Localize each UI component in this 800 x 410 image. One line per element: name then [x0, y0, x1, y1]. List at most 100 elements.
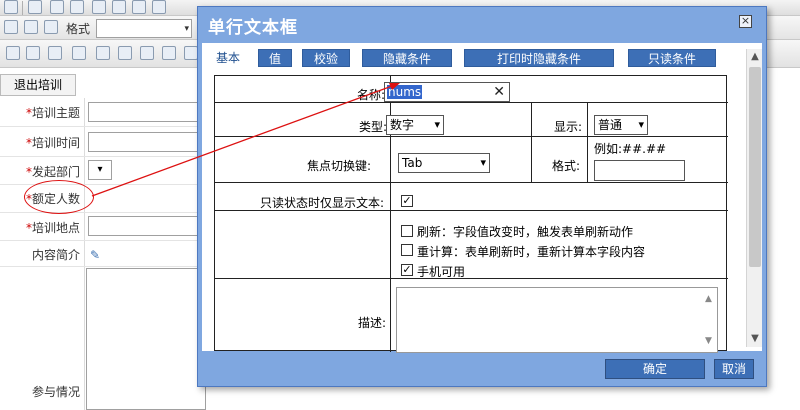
refresh-option-label: 刷新：字段值改变时，触发表单刷新动作: [417, 225, 634, 239]
chevron-down-icon: ▾: [480, 156, 486, 169]
field-label-department: *发起部门: [25, 165, 80, 179]
grid-line: [215, 136, 728, 137]
attachment-icon[interactable]: [162, 46, 176, 60]
document-icon[interactable]: [50, 0, 64, 14]
display-select[interactable]: 普通 ▾: [594, 115, 648, 135]
select-icon[interactable]: [118, 46, 132, 60]
recalculate-checkbox[interactable]: [401, 244, 413, 256]
dialog-title: 单行文本框: [208, 18, 298, 38]
type-select[interactable]: 数字 ▾: [386, 115, 444, 135]
chevron-down-icon: ▾: [638, 118, 644, 131]
refresh-checkbox[interactable]: [401, 225, 413, 237]
tab-readonly-condition[interactable]: 只读条件: [628, 49, 716, 67]
align-right-icon[interactable]: [44, 20, 58, 34]
annotation-circle: [24, 180, 94, 214]
description-label: 描述:: [358, 316, 387, 330]
field-label-location: *培训地点: [25, 221, 80, 235]
format-label: 格式:: [552, 159, 581, 173]
scroll-down-icon[interactable]: ▼: [705, 336, 712, 346]
row-divider: [0, 266, 200, 267]
chevron-down-icon: ▾: [97, 164, 103, 175]
location-input[interactable]: [88, 216, 208, 236]
dialog-body: 基本 值 校验 隐藏条件 打印时隐藏条件 只读条件 ▲ ▼ 名称: nums ✕: [202, 43, 762, 353]
name-input[interactable]: nums ✕: [384, 82, 510, 102]
copy-icon[interactable]: [112, 0, 126, 14]
align-center-icon[interactable]: [24, 20, 38, 34]
lock-icon[interactable]: [70, 0, 84, 14]
radio-icon[interactable]: [96, 46, 110, 60]
field-label-topic: *培训主题: [25, 106, 80, 120]
chevron-down-icon: ▾: [184, 24, 189, 34]
checkbox-icon[interactable]: [72, 46, 86, 60]
textbox-icon[interactable]: [48, 46, 62, 60]
grid-line: [531, 102, 532, 182]
field-label-participation: 参与情况: [31, 385, 80, 399]
format-label: 格式: [66, 22, 91, 36]
row-divider: [0, 184, 200, 185]
mobile-option-label: 手机可用: [417, 265, 466, 279]
tab-basic[interactable]: 基本: [208, 49, 248, 67]
grid-line: [215, 182, 728, 183]
row-divider: [0, 126, 200, 127]
field-label-time: *培训时间: [25, 136, 80, 150]
grid-icon[interactable]: [6, 46, 20, 60]
clear-icon[interactable]: ✕: [493, 84, 505, 100]
tab-hide-condition[interactable]: 隐藏条件: [362, 49, 452, 67]
focus-key-value: Tab: [402, 156, 423, 170]
edit-icon[interactable]: [4, 0, 18, 14]
display-value: 普通: [598, 118, 623, 132]
type-label: 类型:: [359, 120, 388, 134]
description-textarea[interactable]: ▲ ▼: [396, 287, 718, 353]
chevron-down-icon: ▾: [434, 118, 440, 131]
image-icon[interactable]: [140, 46, 154, 60]
search-icon[interactable]: [28, 0, 42, 14]
format-select[interactable]: ▾: [96, 19, 192, 38]
time-input[interactable]: [88, 132, 208, 152]
scroll-thumb[interactable]: [749, 67, 761, 267]
tab-validation[interactable]: 校验: [302, 49, 350, 67]
topic-input[interactable]: [88, 102, 208, 122]
button-icon[interactable]: [184, 46, 198, 60]
recalculate-option-label: 重计算：表单刷新时，重新计算本字段内容: [417, 245, 646, 259]
toolbar-separator: [22, 1, 23, 15]
row-divider: [0, 212, 200, 213]
tab-value[interactable]: 值: [258, 49, 292, 67]
department-select[interactable]: ▾: [88, 160, 112, 180]
focus-key-label: 焦点切换键:: [307, 159, 372, 173]
grid-line: [215, 278, 728, 279]
display-label: 显示:: [554, 120, 583, 134]
grid-line: [215, 102, 728, 103]
format-input[interactable]: [594, 160, 685, 181]
textarea-scrollbar[interactable]: ▲ ▼: [703, 288, 717, 352]
scroll-down-icon[interactable]: ▼: [747, 331, 763, 347]
cut-icon[interactable]: [92, 0, 106, 14]
table-icon[interactable]: [26, 46, 40, 60]
name-label: 名称:: [357, 88, 386, 102]
paste-icon[interactable]: [132, 0, 146, 14]
readonly-text-checkbox[interactable]: ✓: [401, 195, 413, 207]
form-divider: [84, 98, 85, 410]
cancel-button[interactable]: 取消: [714, 359, 754, 379]
exit-training-button[interactable]: 退出培训: [0, 74, 76, 96]
close-icon[interactable]: ×: [739, 15, 752, 28]
single-line-textbox-dialog: 单行文本框 × 基本 值 校验 隐藏条件 打印时隐藏条件 只读条件 ▲ ▼ 名称…: [197, 6, 767, 387]
mobile-available-checkbox[interactable]: ✓: [401, 264, 413, 276]
row-divider: [0, 156, 200, 157]
scroll-up-icon[interactable]: ▲: [747, 49, 763, 65]
summary-textarea[interactable]: [86, 268, 206, 410]
ok-button[interactable]: 确定: [605, 359, 705, 379]
scroll-up-icon[interactable]: ▲: [705, 294, 712, 304]
format-hint: 例如:##.##: [594, 142, 667, 156]
tab-print-hide-condition[interactable]: 打印时隐藏条件: [464, 49, 614, 67]
align-left-icon[interactable]: [4, 20, 18, 34]
row-divider: [0, 240, 200, 241]
readonly-text-label: 只读状态时仅显示文本:: [260, 196, 385, 210]
edit-content-icon[interactable]: ✎: [90, 248, 104, 262]
dialog-scrollbar[interactable]: ▲ ▼: [746, 49, 762, 347]
undo-icon[interactable]: [152, 0, 166, 14]
grid-line: [587, 102, 588, 182]
name-value: nums: [387, 85, 423, 99]
focus-key-select[interactable]: Tab ▾: [398, 153, 490, 173]
field-label-summary: 内容简介: [31, 248, 80, 262]
type-value: 数字: [390, 118, 415, 132]
